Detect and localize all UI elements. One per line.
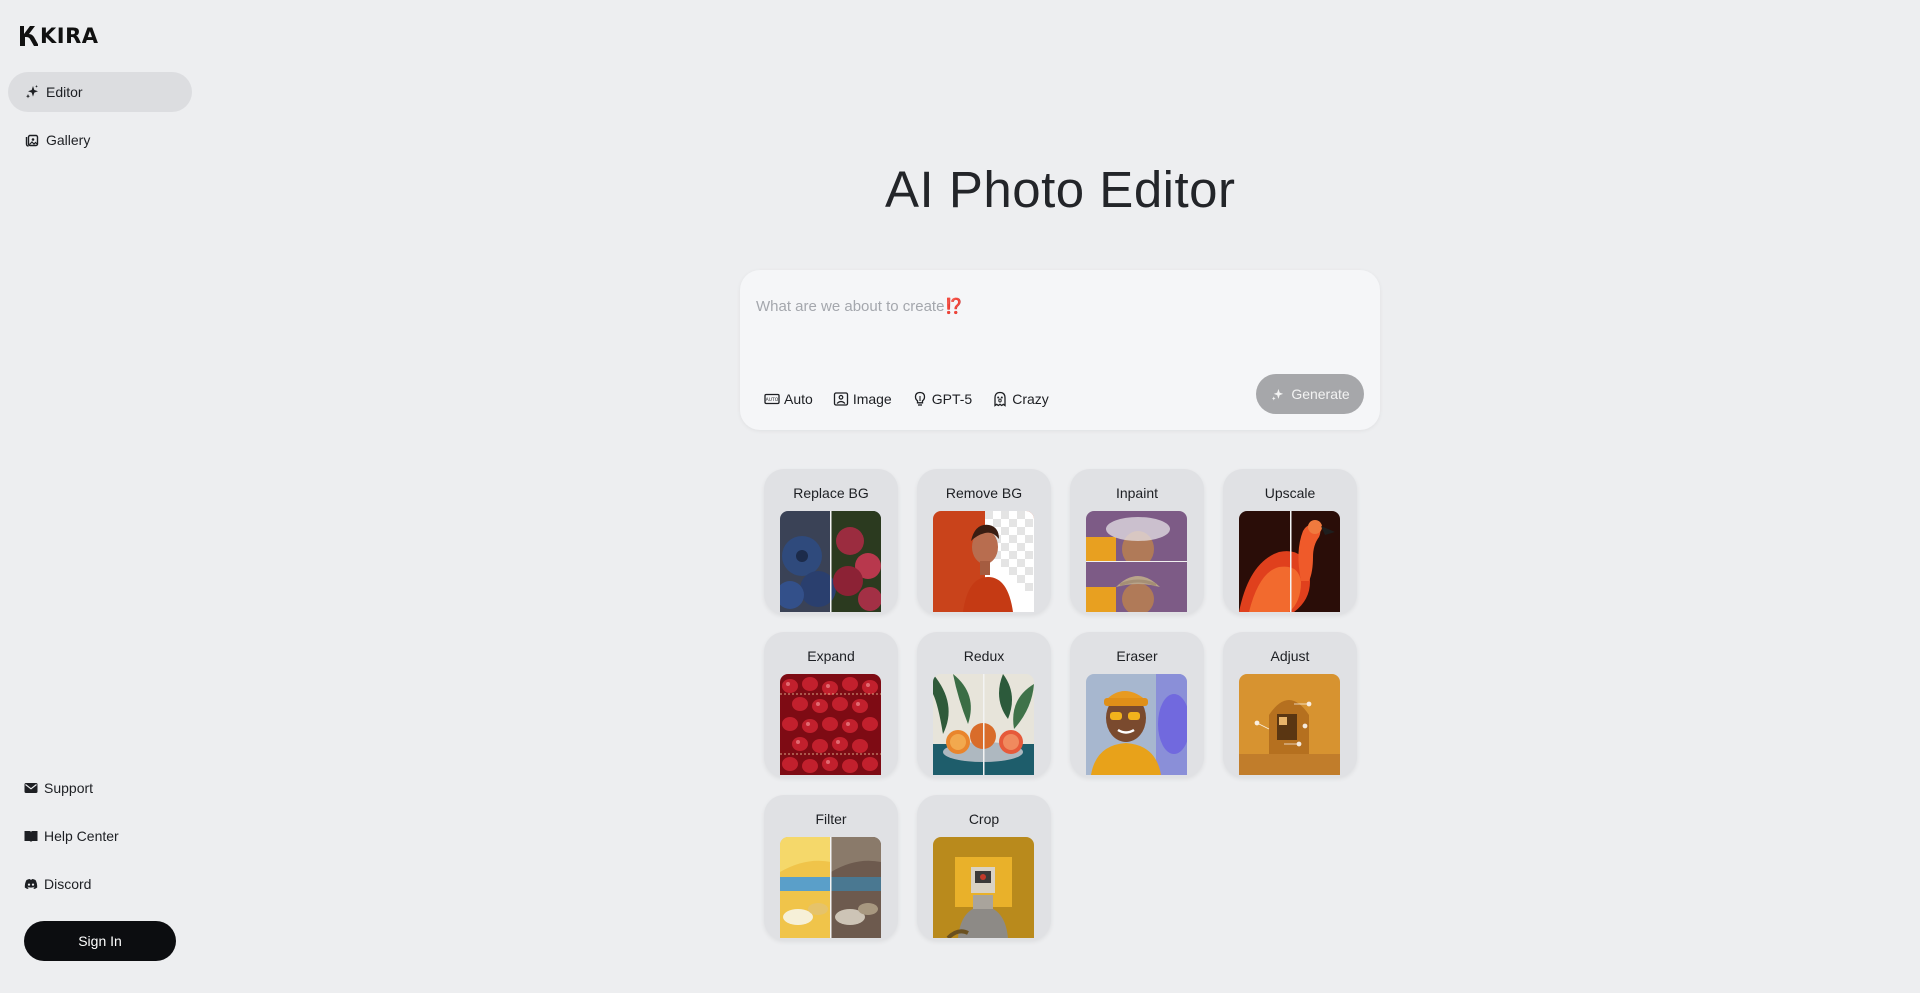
flamingo-thumbnail (1239, 511, 1340, 612)
tool-eraser[interactable]: Eraser (1070, 632, 1204, 777)
tool-thumbnail (1239, 511, 1340, 612)
svg-text:AUTO: AUTO (766, 397, 779, 403)
kira-logo-icon (20, 26, 38, 46)
tool-thumbnail (933, 837, 1034, 938)
lightbulb-icon (914, 391, 925, 406)
option-image[interactable]: Image (833, 391, 892, 407)
page-title: AI Photo Editor (885, 160, 1236, 219)
help-center-label: Help Center (44, 828, 119, 844)
adjust-thumbnail (1239, 674, 1340, 775)
tool-thumbnail (780, 837, 881, 938)
discord-icon (24, 879, 38, 889)
berries-thumbnail (780, 511, 881, 612)
tool-label: Remove BG (945, 485, 1023, 501)
image-icon (833, 392, 848, 406)
tool-label: Upscale (1264, 485, 1316, 501)
discord-label: Discord (44, 876, 92, 892)
tool-thumbnail (1086, 674, 1187, 775)
prompt-box: AUTO Auto Image GPT-5 (740, 270, 1380, 430)
tool-label: Inpaint (1115, 485, 1159, 501)
sidebar-item-label: Editor (46, 84, 83, 100)
help-center-link[interactable]: Help Center (24, 828, 119, 844)
tool-redux[interactable]: Redux (917, 632, 1051, 777)
logo[interactable]: KIRA (18, 24, 99, 48)
tool-label: Filter (815, 811, 847, 827)
generate-button[interactable]: Generate (1256, 374, 1364, 414)
tool-adjust[interactable]: Adjust (1223, 632, 1357, 777)
tool-thumbnail (933, 511, 1034, 612)
mail-icon (24, 783, 38, 793)
tool-label: Replace BG (793, 485, 869, 501)
citrus-thumbnail (933, 674, 1034, 775)
tool-remove-bg[interactable]: Remove BG (917, 469, 1051, 614)
option-label: Crazy (1012, 391, 1049, 407)
option-label: Image (852, 391, 892, 407)
support-link[interactable]: Support (24, 780, 93, 796)
option-label: Auto (784, 391, 813, 407)
prompt-input[interactable] (756, 286, 1356, 326)
pomegranate-thumbnail (780, 674, 881, 775)
tool-label: Crop (968, 811, 1000, 827)
aspect-ratio-icon: AUTO (764, 393, 780, 405)
tool-thumbnail (1086, 511, 1187, 612)
ghost-icon (994, 391, 1006, 407)
tool-upscale[interactable]: Upscale (1223, 469, 1357, 614)
sidebar-item-editor[interactable]: Editor (8, 72, 192, 112)
tool-label: Expand (807, 648, 855, 664)
sign-in-button[interactable]: Sign In (24, 921, 176, 961)
tool-thumbnail (933, 674, 1034, 775)
option-gpt5[interactable]: GPT-5 (912, 391, 972, 407)
sidebar-item-label: Gallery (46, 132, 91, 148)
tool-crop[interactable]: Crop (917, 795, 1051, 940)
inpaint-thumbnail (1086, 511, 1187, 612)
tool-thumbnail (780, 511, 881, 612)
discord-link[interactable]: Discord (24, 876, 91, 892)
tool-label: Redux (963, 648, 1005, 664)
filter-thumbnail (780, 837, 881, 938)
book-icon (24, 831, 38, 842)
option-label: GPT-5 (931, 391, 973, 407)
eraser-thumbnail (1086, 674, 1187, 775)
tool-label: Adjust (1270, 648, 1310, 664)
tool-filter[interactable]: Filter (764, 795, 898, 940)
brand-name: KIRA (40, 24, 99, 48)
generate-label: Generate (1291, 386, 1350, 402)
tool-thumbnail (1239, 674, 1340, 775)
support-label: Support (44, 780, 94, 796)
tool-expand[interactable]: Expand (764, 632, 898, 777)
sparkle-icon (26, 85, 38, 99)
tool-inpaint[interactable]: Inpaint (1070, 469, 1204, 614)
option-auto[interactable]: AUTO Auto (764, 391, 813, 407)
sidebar: KIRA Editor Gallery Support Help Center (0, 0, 200, 993)
tool-label: Eraser (1116, 648, 1158, 664)
prompt-options: AUTO Auto Image GPT-5 Crazy (764, 391, 1049, 407)
option-crazy[interactable]: Crazy (992, 391, 1049, 407)
portrait-thumbnail (933, 511, 1034, 612)
tool-replace-bg[interactable]: Replace BG (764, 469, 898, 614)
sidebar-item-gallery[interactable]: Gallery (8, 120, 192, 160)
sparkle-icon (1272, 388, 1284, 400)
crop-thumbnail (933, 837, 1034, 938)
gallery-icon (25, 134, 39, 147)
tool-thumbnail (780, 674, 881, 775)
page-title-text: AI Photo Editor (885, 161, 1236, 218)
